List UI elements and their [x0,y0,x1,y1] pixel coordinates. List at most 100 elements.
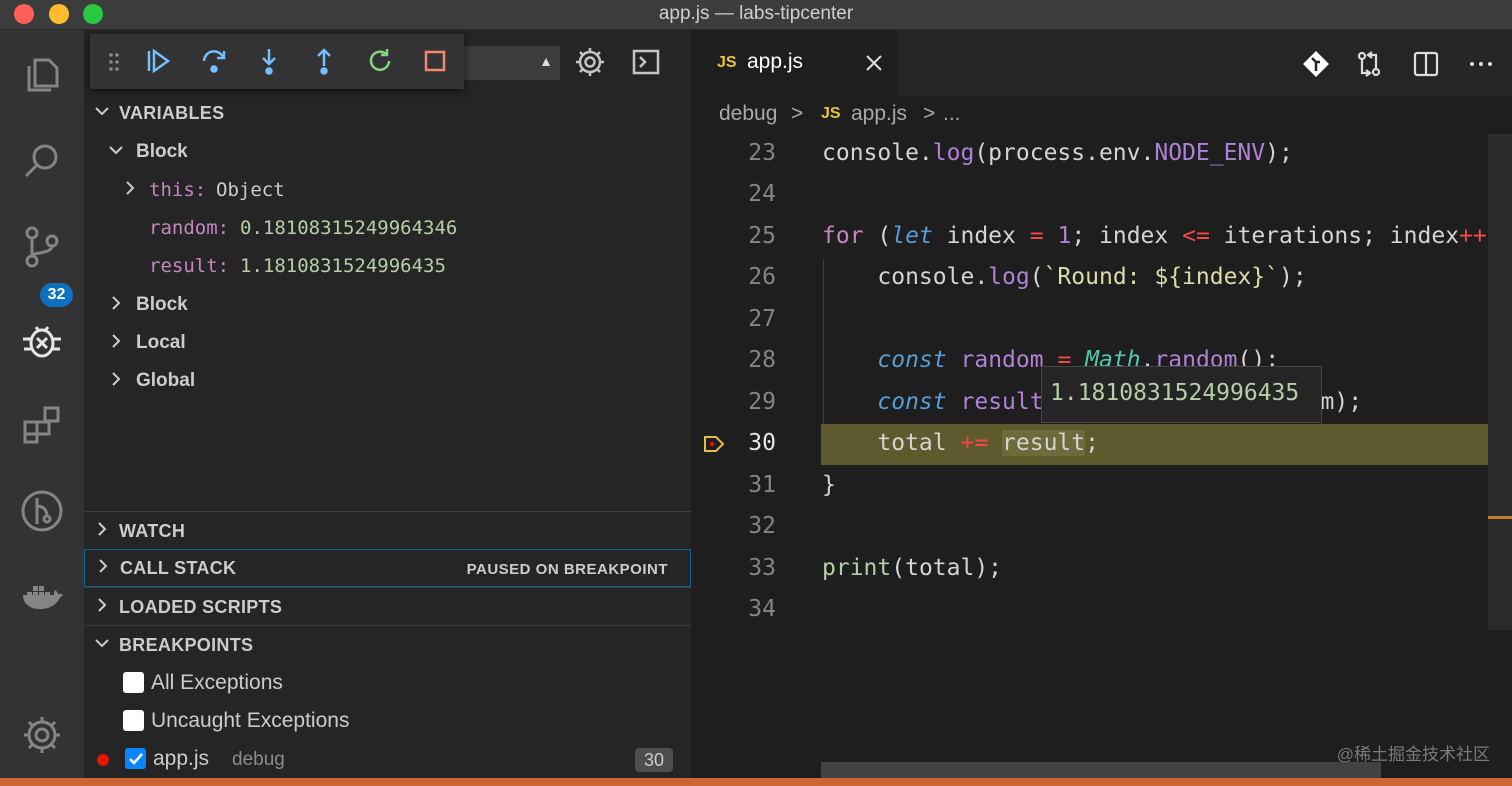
line-number: 25 [748,223,776,249]
continue-button[interactable] [143,46,173,76]
run-debug-button[interactable] [17,315,67,365]
continue-icon [147,48,171,74]
breadcrumb: debug > JS app.js > ... [691,96,1512,134]
call-stack-section-header[interactable]: CALL STACK PAUSED ON BREAKPOINT [84,549,691,587]
scope-global[interactable]: Global [84,361,691,399]
all-exceptions-checkbox[interactable] [123,672,144,693]
breakpoints-section-title: BREAKPOINTS [119,635,254,655]
settings-button[interactable] [17,710,67,760]
code-editor[interactable]: 23 console.log(process.env.NODE_ENV); 24… [691,134,1512,778]
variable-name: this: [149,179,207,201]
variable-random[interactable]: random: 0.18108315249964346 [84,208,691,246]
call-stack-section-title: CALL STACK [120,558,237,578]
breadcrumb-more[interactable]: ... [943,102,961,126]
app-js-breakpoint-checkbox[interactable] [125,748,146,769]
breakpoint-dot-icon [97,754,109,766]
variable-value: Object [216,179,285,201]
breakpoint-uncaught-exceptions[interactable]: Uncaught Exceptions [84,702,691,740]
step-over-button[interactable] [199,46,229,76]
git-lens-icon[interactable] [1300,48,1332,80]
variable-result[interactable]: result: 1.1810831524996435 [84,246,691,284]
breadcrumb-folder[interactable]: debug [719,102,777,126]
variable-this[interactable]: this: Object [84,170,691,208]
uncaught-exceptions-checkbox[interactable] [123,710,144,731]
activity-bar: 32 [0,30,84,778]
compare-changes-icon[interactable] [1353,48,1385,80]
chevron-right-icon [98,598,107,612]
chevron-right-icon [98,522,107,536]
breakpoint-all-exceptions[interactable]: All Exceptions [84,664,691,702]
debug-hover-tooltip: 1.1810831524996435 [1041,366,1322,423]
split-editor-icon[interactable] [1410,48,1442,80]
gear-icon [24,717,60,753]
code-line: 34 [691,590,1512,631]
variables-section-header[interactable]: VARIABLES [84,94,691,132]
extensions-button[interactable] [17,400,67,450]
horizontal-scrollbar[interactable] [821,762,1381,778]
variable-value: 0.18108315249964346 [240,217,458,239]
scope-block[interactable]: Block [84,285,691,323]
git-graph-icon [21,490,63,532]
scope-label: Block [136,294,188,315]
search-button[interactable] [17,136,67,186]
line-number: 31 [748,472,776,498]
explorer-button[interactable] [17,50,67,100]
scrollbar-marker [1488,516,1512,519]
restart-button[interactable] [365,46,395,76]
variable-name: result: [149,255,230,277]
code-line: 25 for (let index = 1; index <= iteratio… [691,217,1512,258]
docker-button[interactable] [17,572,67,622]
source-control-badge: 32 [40,283,73,307]
source-control-button[interactable] [17,222,67,272]
line-number: 26 [748,264,776,290]
code-line: 27 [691,300,1512,341]
line-code: console.log(`Round: ${index}`); [822,264,1307,290]
variables-section-title: VARIABLES [119,103,225,123]
files-icon [27,58,59,92]
scope-label: Global [136,370,196,391]
watermark: @稀土掘金技术社区 [1336,745,1490,764]
vertical-scrollbar[interactable] [1488,134,1512,630]
debug-icon [23,326,61,358]
breakpoint-line-badge: 30 [635,748,673,772]
editor-tabs: JS app.js [691,30,1512,96]
js-file-icon: JS [717,54,737,71]
debug-console-icon[interactable] [628,44,664,80]
loaded-scripts-section-header[interactable]: LOADED SCRIPTS [84,587,691,625]
more-actions-icon[interactable] [1465,48,1497,80]
gear-icon[interactable] [572,44,608,80]
debug-sidebar: ▲ VARIABLES Block this: Object random: 0… [84,30,691,778]
chevron-right-icon [112,372,121,386]
breakpoints-section-header[interactable]: BREAKPOINTS [84,625,691,663]
chevron-right-icon [112,334,121,348]
restart-icon [369,49,391,71]
step-over-icon [202,50,226,73]
breadcrumb-file[interactable]: app.js [851,102,907,126]
scope-block-expanded[interactable]: Block [84,132,691,170]
select-arrows-icon: ▲ [539,53,553,69]
breakpoint-app-js[interactable]: app.js debug 30 [84,740,691,778]
launch-config-select[interactable]: ▲ [462,46,560,80]
loaded-scripts-section-title: LOADED SCRIPTS [119,597,283,617]
stop-button[interactable] [420,46,450,76]
variable-value: 1.1810831524996435 [240,255,446,277]
breakpoint-label: Uncaught Exceptions [151,709,350,732]
tab-label: app.js [747,50,804,73]
title-bar: app.js — labs-tipcenter [0,0,1512,30]
git-graph-button[interactable] [17,486,67,536]
close-icon[interactable] [863,52,885,74]
drag-handle-icon[interactable] [108,52,120,72]
chevron-down-icon [109,146,123,155]
watch-section-header[interactable]: WATCH [84,511,691,549]
scope-local[interactable]: Local [84,323,691,361]
line-code: console.log(process.env.NODE_ENV); [822,140,1293,166]
step-out-button[interactable] [309,46,339,76]
chevron-right-icon [99,559,108,573]
line-number: 29 [748,389,776,415]
code-line: 31 } [691,466,1512,507]
chevron-down-icon [95,107,109,116]
source-control-icon [25,226,59,268]
watch-section-title: WATCH [119,521,186,541]
step-into-button[interactable] [254,46,284,76]
tab-app-js[interactable]: JS app.js [691,30,898,96]
